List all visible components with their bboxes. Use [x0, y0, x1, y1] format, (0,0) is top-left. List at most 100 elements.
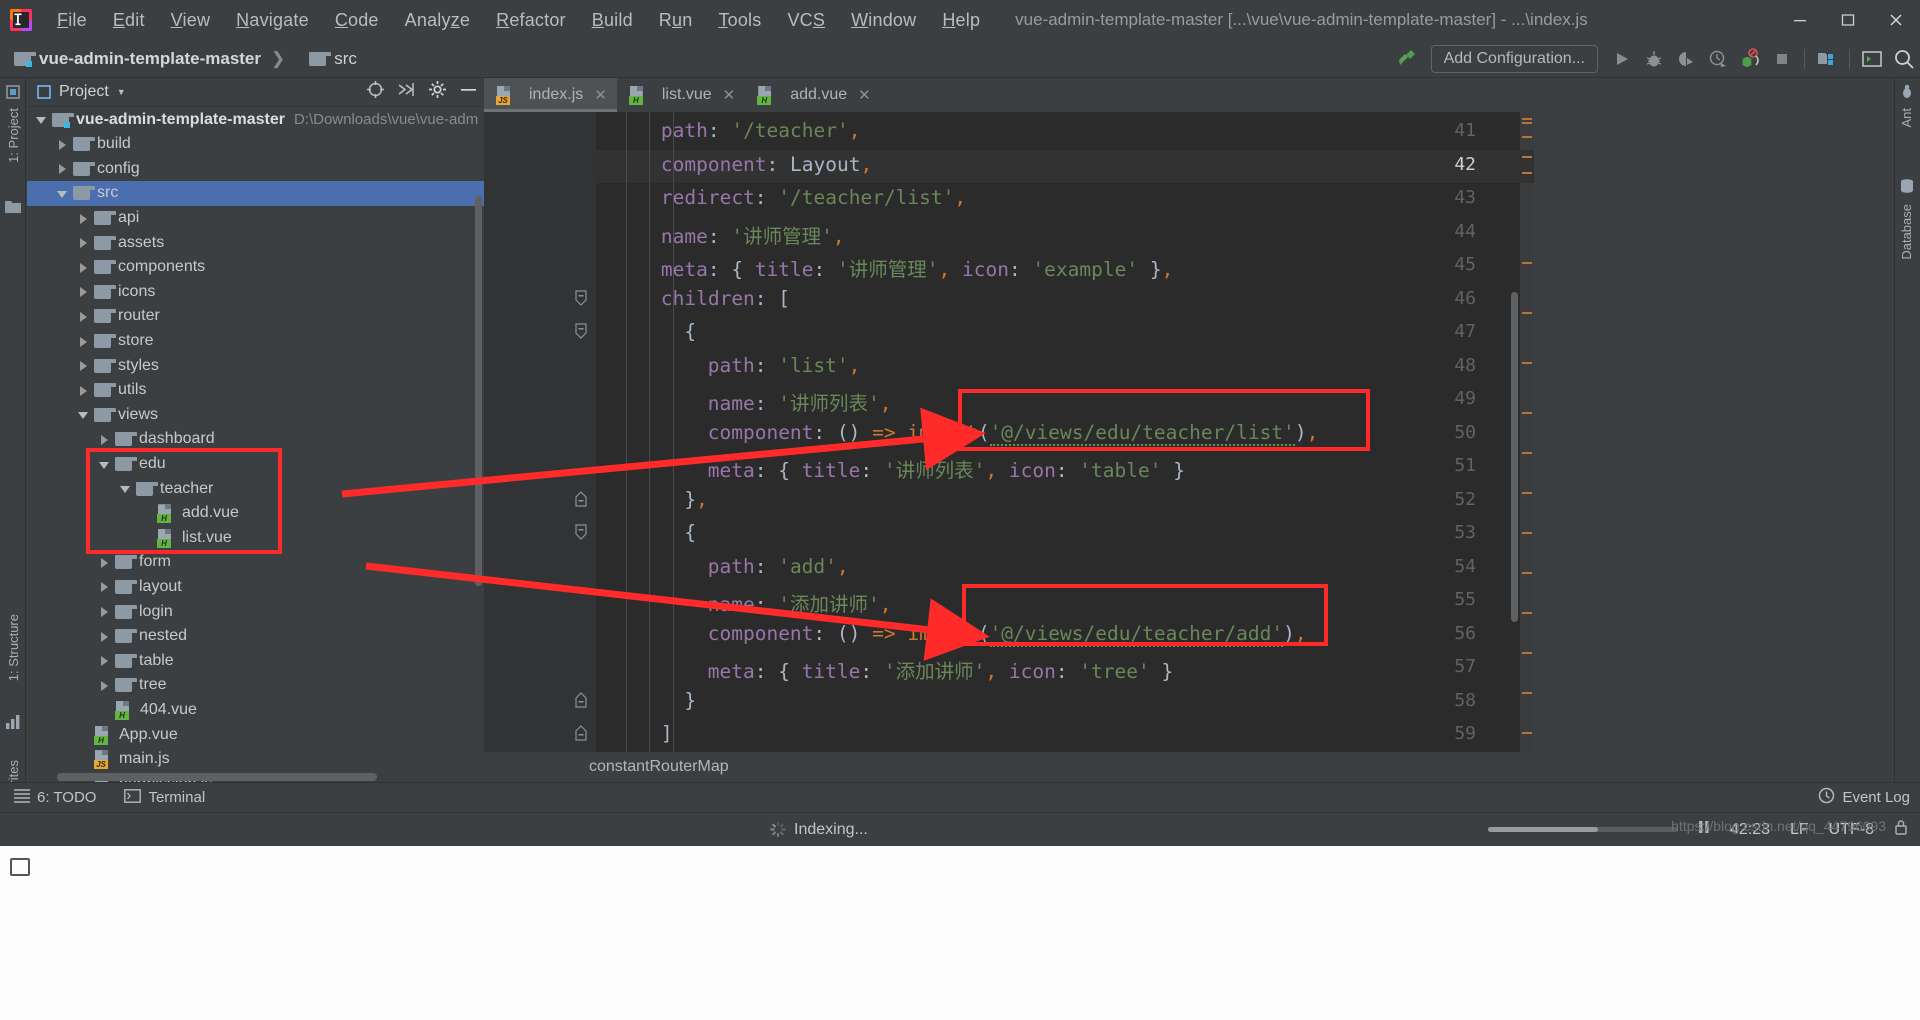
- stripe-structure-small-icon[interactable]: [5, 84, 21, 100]
- tree-row-store[interactable]: store: [27, 329, 484, 354]
- tree-row-config[interactable]: config: [27, 157, 484, 182]
- tree-row-list-vue[interactable]: Hlist.vue: [27, 526, 484, 551]
- tree-arrow-collapsed-icon[interactable]: [98, 433, 111, 446]
- menu-item-analyze[interactable]: Analyze: [392, 7, 483, 34]
- error-stripe-mark[interactable]: [1522, 652, 1532, 654]
- tree-arrow-collapsed-icon[interactable]: [77, 261, 90, 274]
- gear-icon[interactable]: [428, 80, 447, 104]
- maximize-button[interactable]: [1824, 0, 1872, 40]
- error-stripe-mark[interactable]: [1522, 122, 1532, 124]
- code-line[interactable]: },: [684, 488, 708, 511]
- tree-arrow-collapsed-icon[interactable]: [77, 359, 90, 372]
- code-line[interactable]: name: '讲师管理',: [661, 220, 845, 249]
- tree-row-build[interactable]: build: [27, 132, 484, 157]
- run-icon[interactable]: [1606, 44, 1638, 74]
- error-stripe-mark[interactable]: [1522, 732, 1532, 734]
- code-line[interactable]: path: 'list',: [708, 354, 861, 377]
- profiler-icon[interactable]: [1702, 44, 1734, 74]
- editor-tab-add-vue[interactable]: Hadd.vue ✕: [745, 78, 881, 112]
- add-configuration-button[interactable]: Add Configuration...: [1430, 45, 1598, 73]
- collapse-all-icon[interactable]: [397, 80, 416, 104]
- menu-item-file[interactable]: File: [44, 7, 100, 34]
- tree-arrow-collapsed-icon[interactable]: [77, 384, 90, 397]
- code-line[interactable]: meta: { title: '讲师管理', icon: 'example' }…: [661, 253, 1173, 282]
- tree-arrow-collapsed-icon[interactable]: [98, 580, 111, 593]
- search-icon[interactable]: [1888, 44, 1920, 74]
- menu-item-help[interactable]: Help: [929, 7, 993, 34]
- tree-arrow-collapsed-icon[interactable]: [77, 310, 90, 323]
- error-stripe-mark[interactable]: [1522, 492, 1532, 494]
- tree-arrow-expanded-icon[interactable]: [77, 408, 90, 421]
- tree-arrow-collapsed-icon[interactable]: [98, 654, 111, 667]
- code-line[interactable]: meta: { title: '添加讲师', icon: 'tree' }: [708, 655, 1173, 684]
- taskbar-window-icon[interactable]: [10, 858, 30, 876]
- project-tree-vertical-scrollbar[interactable]: [475, 196, 482, 586]
- tool-button-terminal[interactable]: Terminal: [110, 788, 219, 807]
- stripe-tab-structure[interactable]: 1: Structure: [0, 608, 27, 687]
- tree-arrow-collapsed-icon[interactable]: [77, 212, 90, 225]
- tree-row-icons[interactable]: icons: [27, 280, 484, 305]
- editor-tab-close-icon[interactable]: ✕: [594, 86, 607, 104]
- tree-row-src[interactable]: src: [27, 181, 484, 206]
- tree-row-add-vue[interactable]: Hadd.vue: [27, 501, 484, 526]
- tree-row-404-vue[interactable]: H 404.vue: [27, 698, 484, 723]
- code-line[interactable]: {: [684, 320, 696, 343]
- stripe-structure-icon[interactable]: [5, 714, 21, 730]
- database-icon[interactable]: [1899, 178, 1915, 194]
- editor-fold-gutter[interactable]: [568, 112, 596, 782]
- error-stripe-mark[interactable]: [1522, 692, 1532, 694]
- code-line[interactable]: component: () => import('@/views/edu/tea…: [708, 420, 1318, 446]
- tree-arrow-collapsed-icon[interactable]: [98, 556, 111, 569]
- error-stripe-mark[interactable]: [1522, 362, 1532, 364]
- tree-arrow-collapsed-icon[interactable]: [56, 162, 69, 175]
- tree-arrow-expanded-icon[interactable]: [119, 482, 132, 495]
- error-stripe-mark[interactable]: [1522, 572, 1532, 574]
- stripe-tab-database[interactable]: Database: [1893, 198, 1920, 266]
- tree-row-components[interactable]: components: [27, 255, 484, 280]
- error-stripe-mark[interactable]: [1522, 172, 1532, 174]
- stripe-folder-icon[interactable]: [5, 200, 21, 216]
- tree-row-edu[interactable]: edu: [27, 452, 484, 477]
- attach-debugger-icon[interactable]: [1734, 44, 1766, 74]
- tree-row-main-js[interactable]: JS main.js: [27, 747, 484, 772]
- menu-item-tools[interactable]: Tools: [705, 7, 774, 34]
- code-line[interactable]: {: [684, 521, 696, 544]
- editor-tab-list-vue[interactable]: Hlist.vue ✕: [616, 78, 746, 112]
- code-line[interactable]: ]: [661, 722, 673, 745]
- tree-row-styles[interactable]: styles: [27, 353, 484, 378]
- tree-row-tree[interactable]: tree: [27, 673, 484, 698]
- menu-item-edit[interactable]: Edit: [100, 7, 158, 34]
- code-line[interactable]: children: [: [661, 287, 790, 310]
- tree-arrow-collapsed-icon[interactable]: [98, 605, 111, 618]
- editor-tab-close-icon[interactable]: ✕: [858, 86, 871, 104]
- build-hammer-icon[interactable]: [1391, 44, 1423, 74]
- tree-arrow-collapsed-icon[interactable]: [56, 138, 69, 151]
- code-line[interactable]: }: [684, 689, 696, 712]
- tree-row-utils[interactable]: utils: [27, 378, 484, 403]
- fold-expand-icon[interactable]: [574, 490, 588, 507]
- error-stripe-mark[interactable]: [1522, 262, 1532, 264]
- menu-item-code[interactable]: Code: [322, 7, 392, 34]
- editor-tab-bar[interactable]: JS index.js ✕ Hlist.vue ✕ Hadd.vue ✕: [484, 78, 1534, 112]
- code-line[interactable]: path: '/teacher',: [661, 119, 861, 142]
- error-stripe-mark[interactable]: [1522, 452, 1532, 454]
- code-line[interactable]: name: '添加讲师',: [708, 588, 892, 617]
- editor-tab-index-js[interactable]: JS index.js ✕: [484, 78, 617, 112]
- tree-arrow-expanded-icon[interactable]: [56, 187, 69, 200]
- tree-row-api[interactable]: api: [27, 206, 484, 231]
- menu-item-view[interactable]: View: [158, 7, 224, 34]
- stripe-tab-project[interactable]: 1: Project: [0, 102, 27, 169]
- locate-target-icon[interactable]: [366, 80, 385, 104]
- breadcrumb-project[interactable]: vue-admin-template-master: [14, 49, 261, 69]
- error-stripe-mark[interactable]: [1522, 532, 1532, 534]
- menu-item-navigate[interactable]: Navigate: [223, 7, 322, 34]
- stop-icon[interactable]: [1766, 44, 1798, 74]
- tool-button-event-log[interactable]: Event Log: [1818, 787, 1910, 808]
- project-tree-horizontal-scrollbar[interactable]: [57, 773, 377, 781]
- tree-arrow-collapsed-icon[interactable]: [77, 285, 90, 298]
- tree-row-layout[interactable]: layout: [27, 575, 484, 600]
- tree-row-dashboard[interactable]: dashboard: [27, 427, 484, 452]
- error-stripe-mark[interactable]: [1522, 136, 1532, 138]
- breadcrumb-folder[interactable]: src: [309, 49, 357, 69]
- menu-item-refactor[interactable]: Refactor: [483, 7, 579, 34]
